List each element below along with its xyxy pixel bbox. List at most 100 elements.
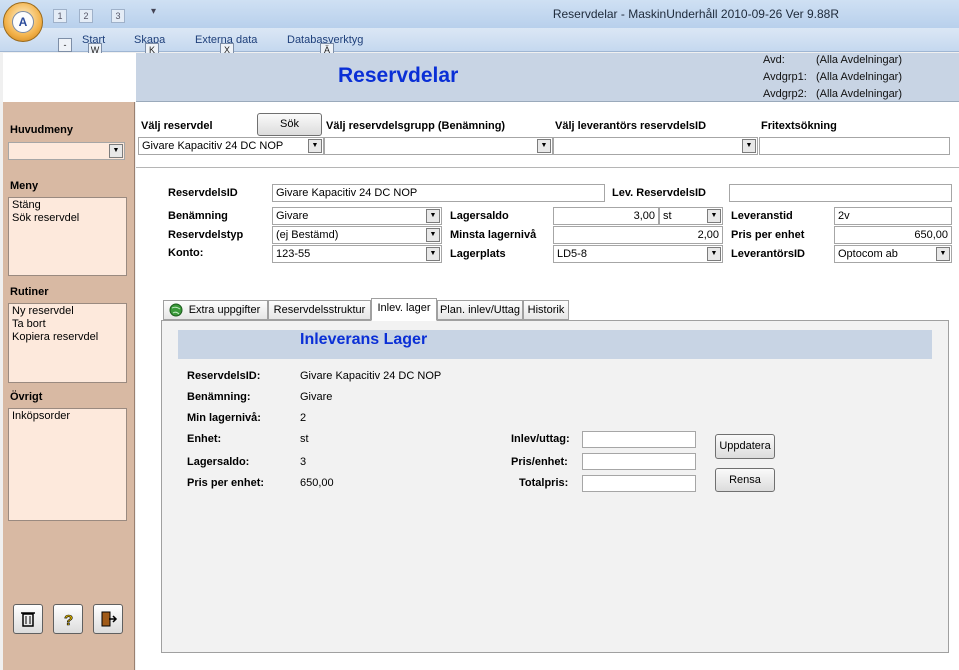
qa-customize-icon[interactable]: ▾ <box>151 6 156 17</box>
lev-reservdelsid-label: Lev. ReservdelsID <box>612 187 706 199</box>
chevron-down-icon[interactable]: ▼ <box>537 139 551 153</box>
lagerplats-select[interactable]: LD5-8 ▼ <box>553 245 723 263</box>
minsta-lagerniva-field[interactable]: 2,00 <box>553 226 723 244</box>
help-icon: ? <box>64 612 74 630</box>
list-item[interactable]: Stäng <box>12 199 123 212</box>
list-item[interactable]: Ta bort <box>12 318 123 331</box>
inlev-benamning-value: Givare <box>300 391 333 403</box>
office-keytip: - <box>58 38 72 52</box>
avdgrp2-label: Avdgrp2: <box>763 88 807 100</box>
inlev-reservdelsid-value: Givare Kapacitiv 24 DC NOP <box>300 370 442 382</box>
chevron-down-icon[interactable]: ▼ <box>742 139 756 153</box>
lev-reservdelsid-field[interactable] <box>729 184 952 202</box>
list-item[interactable]: Inköpsorder <box>12 410 123 423</box>
chevron-down-icon[interactable]: ▼ <box>426 209 440 223</box>
meny-list[interactable]: Stäng Sök reservdel <box>8 197 127 276</box>
pris-enhet-label: Pris/enhet: <box>511 456 568 468</box>
inlev-uttag-label: Inlev/uttag: <box>511 433 570 445</box>
window-title: Reservdelar - MaskinUnderhåll 2010-09-26… <box>552 7 839 21</box>
inleverans-title: Inleverans Lager <box>300 331 428 348</box>
chevron-down-icon[interactable]: ▼ <box>707 247 721 261</box>
lagersaldo-label: Lagersaldo <box>450 210 509 222</box>
rutiner-list[interactable]: Ny reservdel Ta bort Kopiera reservdel <box>8 303 127 383</box>
avdgrp1-value: (Alla Avdelningar) <box>816 71 903 83</box>
totalpris-input[interactable] <box>582 475 696 492</box>
avdgrp1-label: Avdgrp1: <box>763 71 807 83</box>
inlev-lagersaldo-value: 3 <box>300 456 307 468</box>
chevron-down-icon[interactable]: ▼ <box>707 209 721 223</box>
page-title: Reservdelar <box>338 64 459 87</box>
avd-label: Avd: <box>763 54 785 66</box>
rutiner-label: Rutiner <box>10 286 49 298</box>
list-item[interactable]: Ny reservdel <box>12 305 123 318</box>
office-button[interactable]: A <box>3 2 43 42</box>
huvudmeny-select[interactable]: ▼ <box>8 142 125 160</box>
reservdel-select[interactable]: Givare Kapacitiv 24 DC NOP ▼ <box>138 137 324 155</box>
avd-value: (Alla Avdelningar) <box>816 54 903 66</box>
minsta-lagerniva-label: Minsta lagernivå <box>450 229 537 241</box>
exit-icon <box>101 611 118 627</box>
chevron-down-icon[interactable]: ▼ <box>109 144 123 158</box>
inlev-min-label: Min lagernivå: <box>187 412 261 424</box>
office-logo-icon: A <box>12 11 34 33</box>
reservdelsgrupp-select[interactable]: ▼ <box>324 137 553 155</box>
inlev-pris-value: 650,00 <box>300 477 334 489</box>
konto-select[interactable]: 123-55 ▼ <box>272 245 442 263</box>
delete-button[interactable] <box>13 604 43 634</box>
inlev-enhet-label: Enhet: <box>187 433 222 445</box>
inlev-benamning-label: Benämning: <box>187 391 251 403</box>
inlev-uttag-input[interactable] <box>582 431 696 448</box>
tab-plan-inlev-uttag[interactable]: Plan. inlev/Uttag <box>437 300 523 320</box>
valj-grupp-label: Välj reservdelsgrupp (Benämning) <box>326 120 506 132</box>
tab-extra-uppgifter[interactable]: Extra uppgifter <box>163 300 268 320</box>
trash-icon <box>21 612 35 627</box>
leverantorsid-select[interactable]: Optocom ab ▼ <box>834 245 952 263</box>
qa-save-icon[interactable]: 1 <box>53 9 67 23</box>
reservdelstyp-select[interactable]: (ej Bestämd) ▼ <box>272 226 442 244</box>
inleverans-header <box>178 330 932 359</box>
leveranstid-field[interactable]: 2v <box>834 207 952 225</box>
pris-enhet-input[interactable] <box>582 453 696 470</box>
fritext-input[interactable] <box>759 137 950 155</box>
exit-button[interactable] <box>93 604 123 634</box>
svg-text:?: ? <box>64 612 73 629</box>
benamning-select[interactable]: Givare ▼ <box>272 207 442 225</box>
inlev-enhet-value: st <box>300 433 309 445</box>
chevron-down-icon[interactable]: ▼ <box>936 247 950 261</box>
huvudmeny-label: Huvudmeny <box>10 124 73 136</box>
lev-reservdelsid-select[interactable]: ▼ <box>553 137 758 155</box>
fritext-label: Fritextsökning <box>761 120 837 132</box>
tab-reservdelsstruktur[interactable]: Reservdelsstruktur <box>268 300 371 320</box>
konto-label: Konto: <box>168 247 204 259</box>
inlev-reservdelsid-label: ReservdelsID: <box>187 370 261 382</box>
tab-historik[interactable]: Historik <box>523 300 569 320</box>
ovrigt-list[interactable]: Inköpsorder <box>8 408 127 521</box>
reservdelsid-label: ReservdelsID <box>168 187 238 199</box>
reservdelsid-field[interactable]: Givare Kapacitiv 24 DC NOP <box>272 184 605 202</box>
divider <box>136 167 959 168</box>
uppdatera-button[interactable]: Uppdatera <box>715 434 775 459</box>
meny-label: Meny <box>10 180 39 192</box>
chevron-down-icon[interactable]: ▼ <box>308 139 322 153</box>
leverantorsid-label: LeverantörsID <box>731 248 805 260</box>
chevron-down-icon[interactable]: ▼ <box>426 228 440 242</box>
reservdelstyp-label: Reservdelstyp <box>168 229 244 241</box>
help-button[interactable]: ? <box>53 604 83 634</box>
lagersaldo-field[interactable]: 3,00 <box>553 207 659 225</box>
sok-button[interactable]: Sök <box>257 113 322 136</box>
chevron-down-icon[interactable]: ▼ <box>426 247 440 261</box>
valj-lev-label: Välj leverantörs reservdelsID <box>555 120 707 132</box>
avdgrp2-value: (Alla Avdelningar) <box>816 88 903 100</box>
pris-per-enhet-field[interactable]: 650,00 <box>834 226 952 244</box>
inlev-min-value: 2 <box>300 412 307 424</box>
enhet-select[interactable]: st ▼ <box>659 207 723 225</box>
list-item[interactable]: Sök reservdel <box>12 212 123 225</box>
inlev-pris-label: Pris per enhet: <box>187 477 265 489</box>
tab-inlev-lager[interactable]: Inlev. lager <box>371 298 437 321</box>
rensa-button[interactable]: Rensa <box>715 468 775 492</box>
list-item[interactable]: Kopiera reservdel <box>12 331 123 344</box>
globe-icon <box>169 303 183 317</box>
totalpris-label: Totalpris: <box>519 477 569 489</box>
qa-redo-icon[interactable]: 3 <box>111 9 125 23</box>
qa-undo-icon[interactable]: 2 <box>79 9 93 23</box>
